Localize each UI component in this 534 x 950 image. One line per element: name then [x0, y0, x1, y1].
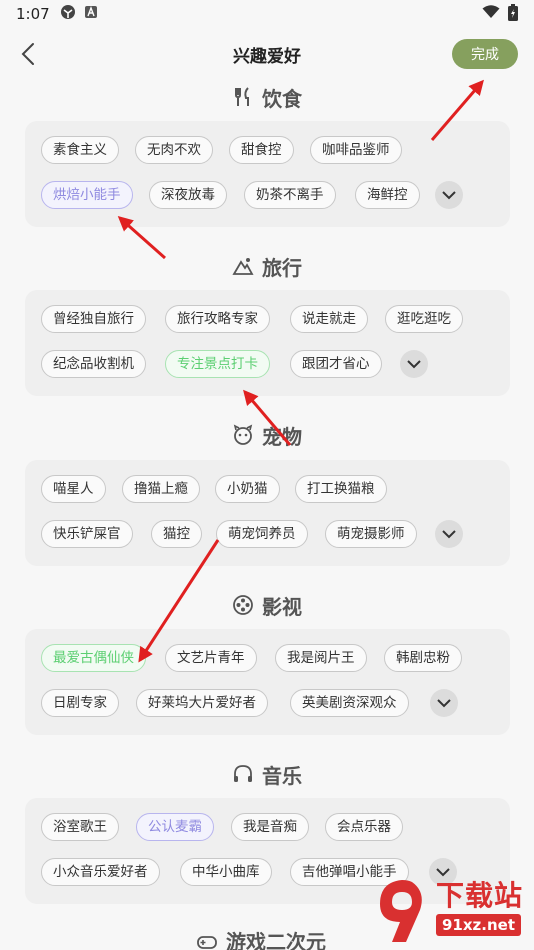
done-button[interactable]: 完成 [452, 39, 518, 69]
interest-tag[interactable]: 浴室歌王 [41, 813, 119, 841]
interest-tag[interactable]: 深夜放毒 [149, 181, 227, 209]
interest-tag[interactable]: 海鲜控 [355, 181, 420, 209]
expand-button[interactable] [430, 689, 458, 717]
interest-tag[interactable]: 说走就走 [290, 305, 368, 333]
section-title-text: 影视 [262, 594, 302, 619]
section-title-text: 游戏二次元 [226, 930, 326, 950]
section-title-film: 影视 [0, 590, 534, 620]
interest-tag[interactable]: 猫控 [151, 520, 202, 548]
section-title-pets: 宠物 [0, 420, 534, 450]
film-reel-icon [233, 595, 253, 615]
notification-app-icon [84, 5, 98, 23]
interest-tag[interactable]: 无肉不欢 [135, 136, 213, 164]
section-title-text: 宠物 [262, 424, 302, 449]
interest-tag-selected[interactable]: 烘焙小能手 [41, 181, 133, 209]
wifi-icon [482, 5, 500, 23]
section-title-travel: 旅行 [0, 251, 534, 281]
expand-button[interactable] [435, 520, 463, 548]
back-button[interactable] [14, 38, 42, 70]
section-title-games: 游戏二次元 [196, 926, 326, 950]
interest-tag[interactable]: 萌宠摄影师 [325, 520, 417, 548]
header: 兴趣爱好 完成 [0, 30, 534, 78]
section-title-food: 饮食 [0, 82, 534, 112]
interest-tag[interactable]: 逛吃逛吃 [385, 305, 463, 333]
tag-card-pets: 喵星人 撸猫上瘾 小奶猫 打工换猫粮 快乐铲屎官 猫控 萌宠饲养员 萌宠摄影师 [25, 460, 510, 566]
interest-tag[interactable]: 曾经独自旅行 [41, 305, 146, 333]
interest-tag[interactable]: 撸猫上瘾 [122, 475, 200, 503]
interest-tag[interactable]: 小众音乐爱好者 [41, 858, 160, 886]
interest-tag[interactable]: 萌宠饲养员 [216, 520, 308, 548]
headphones-icon [234, 765, 252, 782]
pet-icon [233, 424, 253, 445]
interest-tag[interactable]: 韩剧忠粉 [384, 644, 462, 672]
tag-card-travel: 曾经独自旅行 旅行攻略专家 说走就走 逛吃逛吃 纪念品收割机 专注景点打卡 跟团… [25, 290, 510, 396]
expand-button[interactable] [435, 181, 463, 209]
interest-tag[interactable]: 喵星人 [41, 475, 106, 503]
interest-tag-selected[interactable]: 专注景点打卡 [165, 350, 270, 378]
interest-tag[interactable]: 打工换猫粮 [295, 475, 387, 503]
chevron-down-icon [442, 530, 456, 539]
interest-tag[interactable]: 旅行攻略专家 [165, 305, 270, 333]
interest-tag[interactable]: 纪念品收割机 [41, 350, 146, 378]
watermark-logo-icon [380, 880, 422, 942]
interest-tag[interactable]: 英美剧资深观众 [290, 689, 409, 717]
battery-icon [508, 3, 518, 25]
interest-tag[interactable]: 跟团才省心 [290, 350, 382, 378]
interest-tag[interactable]: 咖啡品鉴师 [310, 136, 402, 164]
tag-card-film: 最爱古偶仙侠 文艺片青年 我是阅片王 韩剧忠粉 日剧专家 好莱坞大片爱好者 英美… [25, 629, 510, 735]
interest-tag[interactable]: 好莱坞大片爱好者 [136, 689, 268, 717]
interest-tag[interactable]: 中华小曲库 [180, 858, 272, 886]
section-title-text: 饮食 [262, 86, 302, 111]
interest-tag-selected[interactable]: 最爱古偶仙侠 [41, 644, 146, 672]
interest-tag[interactable]: 文艺片青年 [165, 644, 257, 672]
interest-tag[interactable]: 我是阅片王 [275, 644, 367, 672]
interest-tag[interactable]: 素食主义 [41, 136, 119, 164]
page-title: 兴趣爱好 [233, 46, 301, 67]
status-time: 1:07 [16, 5, 50, 23]
section-title-text: 音乐 [262, 763, 302, 788]
interest-tag[interactable]: 小奶猫 [215, 475, 280, 503]
expand-button[interactable] [400, 350, 428, 378]
mountain-icon [232, 258, 254, 275]
chevron-down-icon [437, 699, 451, 708]
interest-tag[interactable]: 奶茶不离手 [244, 181, 336, 209]
chevron-down-icon [442, 191, 456, 200]
vpn-icon [60, 4, 76, 24]
watermark-text: 下载站 [436, 879, 524, 912]
section-title-music: 音乐 [0, 759, 534, 789]
interest-tag[interactable]: 甜食控 [229, 136, 294, 164]
watermark: 下载站 91xz.net [366, 870, 534, 950]
utensils-icon [235, 87, 249, 106]
watermark-url: 91xz.net [436, 914, 522, 936]
interest-tag-selected[interactable]: 公认麦霸 [136, 813, 214, 841]
status-bar: 1:07 [0, 0, 534, 28]
section-title-text: 旅行 [262, 255, 302, 280]
chevron-down-icon [407, 360, 421, 369]
gamepad-icon [197, 935, 217, 949]
interest-tag[interactable]: 快乐铲屎官 [41, 520, 133, 548]
interest-tag[interactable]: 日剧专家 [41, 689, 119, 717]
chevron-left-icon [21, 43, 34, 65]
tag-card-food: 素食主义 无肉不欢 甜食控 咖啡品鉴师 烘焙小能手 深夜放毒 奶茶不离手 海鲜控 [25, 121, 510, 227]
interest-tag[interactable]: 我是音痴 [231, 813, 309, 841]
interest-tag[interactable]: 会点乐器 [325, 813, 403, 841]
